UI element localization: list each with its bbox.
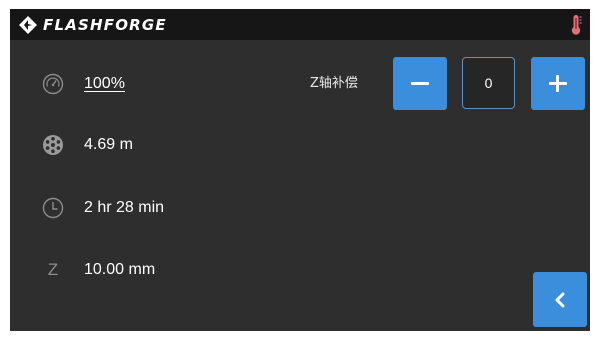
z-offset-increase-button[interactable]	[531, 57, 585, 110]
print-speed-value[interactable]: 100%	[84, 75, 125, 93]
z-height-row: Z 10.00 mm	[42, 258, 155, 282]
back-button[interactable]	[533, 272, 587, 327]
speedometer-icon	[42, 73, 64, 95]
printer-screen: FLASHFORGE 100% 4.69 m 2 hr 28 min Z 10.…	[10, 9, 590, 331]
remaining-time-row: 2 hr 28 min	[42, 196, 164, 220]
minus-icon	[411, 82, 429, 85]
z-axis-icon: Z	[42, 259, 64, 281]
thermometer-icon[interactable]	[570, 14, 582, 36]
filament-spool-icon	[42, 134, 64, 156]
z-offset-value: 0	[484, 75, 493, 91]
filament-length-value: 4.69 m	[84, 136, 133, 153]
z-offset-value-box: 0	[462, 57, 515, 109]
z-offset-label: Z轴补偿	[310, 76, 358, 91]
chevron-left-icon	[555, 292, 565, 307]
z-offset-decrease-button[interactable]	[393, 57, 447, 110]
print-speed-row: 100%	[42, 72, 125, 96]
z-height-value: 10.00 mm	[84, 261, 156, 278]
flashforge-logo-icon	[19, 16, 37, 34]
top-bar: FLASHFORGE	[10, 9, 590, 40]
z-axis-glyph: Z	[47, 260, 59, 279]
clock-icon	[42, 197, 64, 219]
brand-name: FLASHFORGE	[43, 16, 167, 34]
remaining-time-value: 2 hr 28 min	[84, 199, 165, 216]
filament-length-row: 4.69 m	[42, 133, 133, 157]
